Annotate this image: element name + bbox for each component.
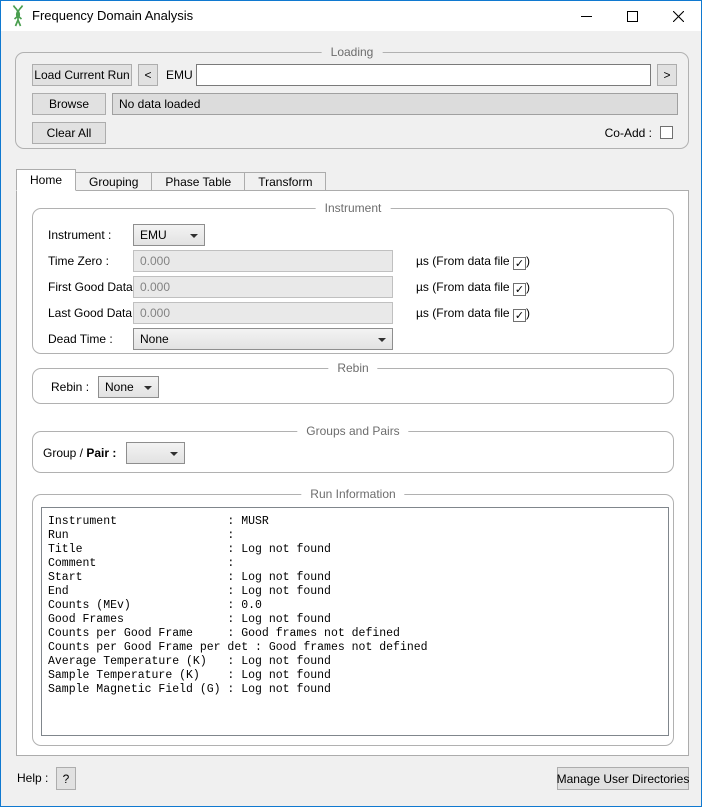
time-zero-suffix-text: µs (From data file (416, 254, 510, 268)
time-zero-label: Time Zero : (48, 250, 109, 272)
previous-run-button[interactable]: < (138, 64, 158, 86)
next-run-button[interactable]: > (657, 64, 677, 86)
help-label: Help : (17, 767, 48, 790)
help-button[interactable]: ? (56, 767, 76, 790)
first-good-data-suffix: µs (From data file ✓) (416, 276, 530, 298)
rebin-groupbox: Rebin Rebin : None (32, 368, 674, 404)
clear-all-button[interactable]: Clear All (32, 122, 106, 144)
instrument-combobox-value: EMU (140, 228, 167, 242)
group-label-part: Group / (43, 446, 83, 460)
first-good-data-suffix-text: µs (From data file (416, 280, 510, 294)
maximize-icon (627, 11, 638, 22)
time-zero-suffix: µs (From data file ✓) (416, 250, 530, 272)
chevron-down-icon (190, 234, 198, 238)
window-title: Frequency Domain Analysis (32, 8, 193, 23)
last-good-data-label: Last Good Data : (48, 302, 139, 324)
close-button[interactable] (655, 1, 701, 31)
dead-time-combobox[interactable]: None (133, 328, 393, 350)
tab-transform[interactable]: Transform (244, 172, 326, 191)
rebin-label: Rebin : (51, 376, 89, 398)
groups-and-pairs-groupbox-title: Groups and Pairs (297, 424, 408, 439)
chevron-down-icon (170, 452, 178, 456)
last-good-data-suffix-text: µs (From data file (416, 306, 510, 320)
maximize-button[interactable] (609, 1, 655, 31)
tab-home[interactable]: Home (16, 169, 76, 191)
home-tab-pane: Instrument Instrument : EMU Time Zero : … (16, 190, 689, 756)
first-good-data-suffix-close: ) (526, 280, 530, 294)
titlebar: Frequency Domain Analysis (1, 1, 701, 31)
instrument-combobox[interactable]: EMU (133, 224, 205, 246)
load-current-run-button[interactable]: Load Current Run (32, 64, 132, 86)
loading-groupbox-title: Loading (322, 45, 383, 60)
instrument-prefix-label: EMU (166, 64, 193, 86)
main-tabbar: Home Grouping Phase Table Transform (16, 169, 326, 191)
chevron-down-icon (378, 338, 386, 342)
coadd-checkbox[interactable] (660, 126, 673, 139)
rebin-groupbox-title: Rebin (328, 361, 377, 376)
instrument-groupbox-title: Instrument (316, 201, 391, 216)
last-good-data-suffix-close: ) (526, 306, 530, 320)
instrument-label: Instrument : (48, 224, 111, 246)
run-information-groupbox-title: Run Information (301, 487, 404, 502)
rebin-combobox[interactable]: None (98, 376, 159, 398)
coadd-label: Co-Add : (605, 122, 652, 144)
browse-button[interactable]: Browse (32, 93, 106, 115)
rebin-combobox-value: None (105, 380, 134, 394)
run-information-groupbox: Run Information Instrument : MUSR Run : … (32, 494, 674, 746)
mantid-app-icon (10, 5, 26, 27)
tab-grouping[interactable]: Grouping (75, 172, 152, 191)
group-pair-label: Group / Pair : (43, 442, 116, 464)
loading-groupbox: Loading Load Current Run < EMU > Browse … (15, 52, 689, 149)
run-information-textarea[interactable]: Instrument : MUSR Run : Title : Log not … (41, 507, 669, 736)
dead-time-combobox-value: None (140, 332, 169, 346)
minimize-button[interactable] (563, 1, 609, 31)
window-controls (563, 1, 701, 31)
time-zero-from-file-checkbox[interactable]: ✓ (513, 257, 526, 270)
last-good-data-from-file-checkbox[interactable]: ✓ (513, 309, 526, 322)
run-number-input[interactable] (196, 64, 651, 86)
close-icon (673, 11, 684, 22)
dead-time-label: Dead Time : (48, 328, 113, 350)
first-good-data-from-file-checkbox[interactable]: ✓ (513, 283, 526, 296)
groups-and-pairs-groupbox: Groups and Pairs Group / Pair : (32, 431, 674, 473)
minimize-icon (581, 11, 592, 22)
last-good-data-suffix: µs (From data file ✓) (416, 302, 530, 324)
time-zero-input[interactable] (133, 250, 393, 272)
first-good-data-input[interactable] (133, 276, 393, 298)
pair-label-part: Pair : (86, 446, 116, 460)
instrument-groupbox: Instrument Instrument : EMU Time Zero : … (32, 208, 674, 354)
tab-phase-table[interactable]: Phase Table (151, 172, 245, 191)
manage-user-directories-button[interactable]: Manage User Directories (557, 767, 689, 790)
first-good-data-label: First Good Data : (48, 276, 139, 298)
loaded-file-status-field: No data loaded (112, 93, 678, 115)
last-good-data-input[interactable] (133, 302, 393, 324)
chevron-down-icon (144, 386, 152, 390)
group-pair-combobox[interactable] (126, 442, 185, 464)
time-zero-suffix-close: ) (526, 254, 530, 268)
run-information-text: Instrument : MUSR Run : Title : Log not … (42, 508, 668, 697)
frequency-domain-analysis-window: Frequency Domain Analysis Loading Load C… (0, 0, 702, 807)
